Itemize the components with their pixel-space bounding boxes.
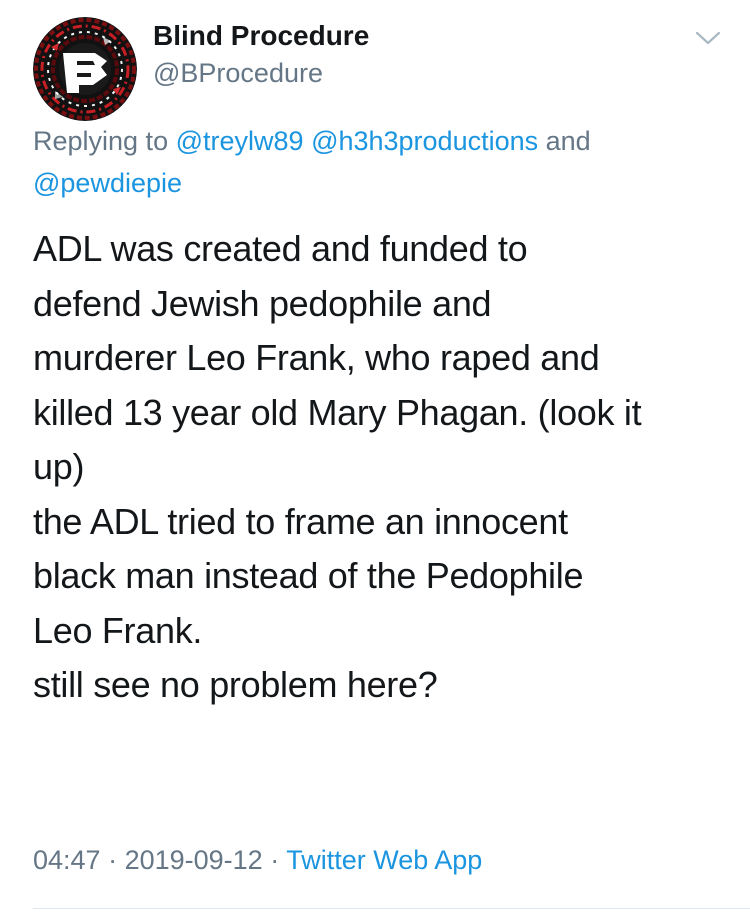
tweet-text-line: up) (33, 446, 85, 487)
replying-to-label: Replying to (33, 126, 176, 156)
author-handle[interactable]: @BProcedure (153, 58, 323, 89)
bp-logo-avatar-icon[interactable] (33, 17, 137, 121)
tweet-date[interactable]: 2019-09-12 (125, 845, 263, 875)
tweet-text-line: defend Jewish pedophile and (33, 282, 492, 324)
tweet-text-line: murderer Leo Frank, who raped and (33, 337, 600, 378)
mention-joiner: and (538, 126, 591, 156)
tweet-source-link[interactable]: Twitter Web App (286, 845, 482, 875)
tweet-text-line: Leo Frank. (33, 609, 203, 651)
tweet-time[interactable]: 04:47 (33, 845, 101, 875)
mention-link[interactable]: @treylw89 (176, 126, 304, 156)
tweet-text-line: the ADL tried to frame an innocent (33, 500, 568, 542)
tweet-text-line: black man instead of the Pedophile (33, 555, 584, 596)
tweet-text-line: ADL was created and funded to (33, 228, 528, 269)
mention-link[interactable]: @h3h3productions (311, 126, 538, 156)
mention-link[interactable]: @pewdiepie (33, 168, 182, 198)
chevron-down-icon[interactable] (693, 26, 723, 50)
tweet-card: Blind Procedure @BProcedure Replying to … (0, 0, 750, 913)
meta-separator: · (100, 845, 125, 875)
replying-to-line: Replying to @treylw89 @h3h3productions a… (33, 120, 733, 204)
meta-separator: · (262, 845, 287, 875)
tweet-text-line: still see no problem here? (33, 664, 438, 705)
tweet-metadata: 04:47 · 2019-09-12 · Twitter Web App (33, 845, 482, 876)
tweet-text: ADL was created and funded to defend Jew… (33, 222, 733, 713)
tweet-text-line: killed 13 year old Mary Phagan. (look it (33, 391, 642, 433)
author-display-name[interactable]: Blind Procedure (153, 20, 369, 52)
divider (33, 908, 750, 909)
